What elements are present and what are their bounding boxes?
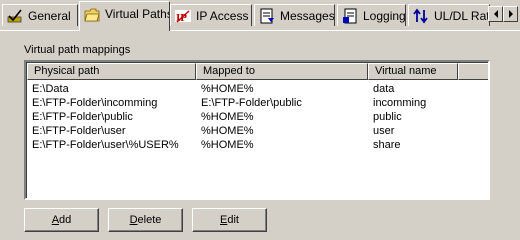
ip-access-icon: IP <box>175 9 191 24</box>
tab-ip-access[interactable]: IP IP Access <box>170 4 252 26</box>
cell-virtual-name: data <box>373 83 395 95</box>
cell-physical-path: E:\FTP-Folder\user\%USER% <box>32 139 179 151</box>
tab-scroll-left-button[interactable] <box>488 6 503 22</box>
delete-button[interactable]: Delete <box>108 208 183 232</box>
folder-icon <box>84 8 100 22</box>
cell-virtual-name: share <box>373 139 401 151</box>
logging-icon <box>343 8 357 23</box>
tab-messages-label: Messages <box>280 8 335 23</box>
cell-virtual-name: user <box>373 125 395 137</box>
cell-mapped-to: E:\FTP-Folder\public <box>201 97 302 109</box>
add-button[interactable]: Add <box>24 208 99 232</box>
tab-virtual-paths-label: Virtual Paths <box>105 7 170 21</box>
cell-physical-path: E:\FTP-Folder\public <box>32 111 133 123</box>
edit-button-label: dit <box>227 214 239 226</box>
tab-ip-access-label: IP Access <box>196 8 249 23</box>
tab-logging[interactable]: Logging <box>337 4 406 26</box>
tab-scroll-right-button[interactable] <box>503 6 518 22</box>
list-row[interactable]: E:\FTP-Folder\public %HOME% public <box>27 110 488 124</box>
cell-physical-path: E:\FTP-Folder\incomming <box>32 97 158 109</box>
tab-panel-border <box>0 30 520 31</box>
tab-virtual-paths[interactable]: Virtual Paths <box>79 1 170 31</box>
checkmark-chart-icon <box>7 9 22 22</box>
list-row[interactable]: E:\FTP-Folder\user %HOME% user <box>27 124 488 138</box>
cell-mapped-to: %HOME% <box>201 83 254 95</box>
tab-messages[interactable]: Messages <box>254 4 335 26</box>
list-row[interactable]: E:\FTP-Folder\user\%USER% %HOME% share <box>27 138 488 152</box>
column-virtual-name[interactable]: Virtual name <box>368 63 458 80</box>
chevron-left-icon <box>493 10 498 18</box>
tab-strip: General IP IP Access Messages Logging <box>0 0 520 31</box>
column-filler <box>458 63 488 80</box>
chevron-right-icon <box>508 10 513 18</box>
column-physical-path[interactable]: Physical path <box>27 63 196 80</box>
edit-button[interactable]: Edit <box>192 208 267 232</box>
cell-mapped-to: %HOME% <box>201 125 254 137</box>
cell-virtual-name: incomming <box>373 97 427 109</box>
delete-button-label: elete <box>137 214 162 226</box>
list-row[interactable]: E:\Data %HOME% data <box>27 82 488 96</box>
group-label: Virtual path mappings <box>24 44 131 56</box>
cell-mapped-to: %HOME% <box>201 139 254 151</box>
ratio-arrows-icon <box>413 8 428 23</box>
tab-logging-label: Logging <box>363 8 406 23</box>
tab-general-label: General <box>28 8 71 23</box>
cell-mapped-to: %HOME% <box>201 111 254 123</box>
cell-virtual-name: public <box>373 111 402 123</box>
tab-ul-dl-ratios[interactable]: UL/DL Ratios <box>408 4 490 26</box>
cell-physical-path: E:\FTP-Folder\user <box>32 125 126 137</box>
add-button-mnemonic: A <box>51 214 60 226</box>
tab-scroll-arrows <box>488 6 518 22</box>
edit-button-mnemonic: E <box>220 214 228 226</box>
messages-icon <box>260 8 274 23</box>
delete-button-mnemonic: D <box>129 214 138 226</box>
tab-ul-dl-ratios-label: UL/DL Ratios <box>434 8 490 23</box>
tab-general[interactable]: General <box>2 4 78 26</box>
column-mapped-to[interactable]: Mapped to <box>196 63 368 80</box>
list-header: Physical path Mapped to Virtual name <box>27 63 488 80</box>
virtual-paths-list[interactable]: Physical path Mapped to Virtual name E:\… <box>24 60 490 200</box>
list-body: E:\Data %HOME% data E:\FTP-Folder\incomm… <box>27 82 488 152</box>
add-button-label: dd <box>59 214 72 226</box>
cell-physical-path: E:\Data <box>32 83 69 95</box>
list-row[interactable]: E:\FTP-Folder\incomming E:\FTP-Folder\pu… <box>27 96 488 110</box>
